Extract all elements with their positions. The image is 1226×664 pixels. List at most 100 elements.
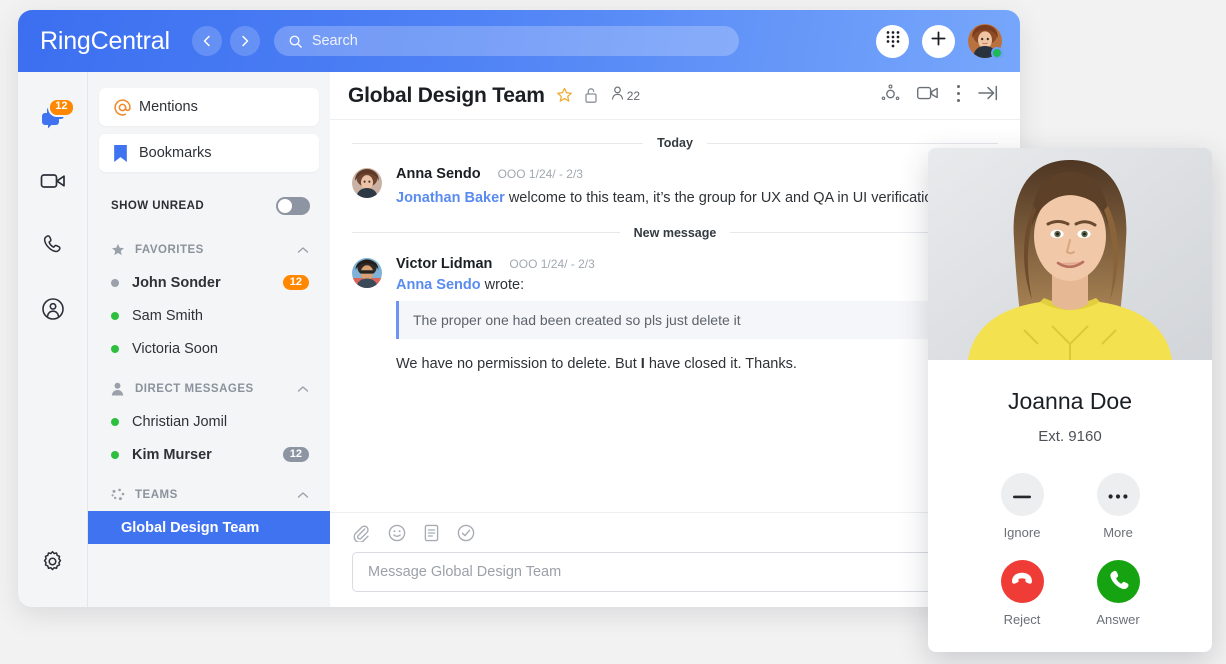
more-label: More: [1103, 525, 1133, 540]
message-item: Anna Sendo OOO 1/24/ - 2/3 Jonathan Bake…: [352, 164, 998, 210]
caller-info: Joanna Doe Ext. 9160: [928, 360, 1212, 445]
more-button[interactable]: More: [1070, 473, 1166, 540]
check-circle-icon[interactable]: [457, 524, 475, 542]
rail-item-video[interactable]: [30, 160, 76, 206]
conversation-header-actions: [881, 84, 998, 108]
nav-item-label: Mentions: [139, 99, 198, 115]
section-title: DIRECT MESSAGES: [135, 383, 254, 395]
chevron-up-icon: [297, 385, 309, 393]
person-icon: [111, 382, 135, 396]
nav-item-mentions[interactable]: Mentions: [99, 88, 319, 126]
conversation-panel: Global Design Team: [330, 72, 1020, 607]
conversation-item-victoria-soon[interactable]: Victoria Soon: [99, 332, 319, 365]
search-input[interactable]: Search: [274, 26, 739, 56]
section-header-favorites[interactable]: FAVORITES: [99, 234, 319, 266]
message-list: Today: [330, 120, 1020, 512]
members-count-button[interactable]: 22: [611, 86, 640, 105]
new-action-button[interactable]: [922, 25, 955, 58]
presence-indicator: [111, 418, 119, 426]
incoming-call-card: Joanna Doe Ext. 9160 Ignore More: [928, 148, 1212, 652]
section-header-direct-messages[interactable]: DIRECT MESSAGES: [99, 373, 319, 405]
teams-dots-icon: [111, 488, 135, 502]
app-window: RingCentral Search: [18, 10, 1020, 607]
message-text-pre: We have no permission to delete. But: [396, 356, 641, 372]
star-icon: [111, 243, 135, 257]
ignore-button[interactable]: Ignore: [974, 473, 1070, 540]
conversation-item-global-design-team[interactable]: Global Design Team: [88, 511, 330, 544]
conversation-item-john-sonder[interactable]: John Sonder 12: [99, 266, 319, 299]
conversation-name: John Sonder: [132, 275, 221, 291]
search-icon: [288, 34, 303, 49]
back-button[interactable]: [192, 26, 222, 56]
rail-item-phone[interactable]: [30, 224, 76, 270]
rail-item-contacts[interactable]: [30, 288, 76, 334]
app-body: 12: [18, 72, 1020, 607]
divider-label: Today: [643, 136, 707, 150]
quote-author-link[interactable]: Anna Sendo: [396, 277, 481, 293]
divider-line: [352, 143, 643, 144]
reject-button[interactable]: Reject: [974, 560, 1070, 627]
conversation-name: Sam Smith: [132, 308, 203, 324]
conversation-item-sam-smith[interactable]: Sam Smith: [99, 299, 319, 332]
smiley-icon[interactable]: [388, 524, 406, 542]
message-author: Anna Sendo: [396, 166, 481, 182]
share-call-icon[interactable]: [881, 84, 900, 108]
rail-item-message[interactable]: 12: [30, 96, 76, 142]
rail-item-settings[interactable]: [30, 541, 76, 587]
reject-label: Reject: [1004, 612, 1041, 627]
forward-button[interactable]: [230, 26, 260, 56]
chevron-right-icon: [238, 34, 252, 48]
section-title: TEAMS: [135, 489, 178, 501]
chevron-up-icon: [297, 246, 309, 254]
bookmark-icon: [113, 144, 139, 163]
collapse-right-icon[interactable]: [978, 84, 998, 107]
ignore-label: Ignore: [1004, 525, 1041, 540]
avatar: [352, 258, 382, 288]
lock-icon[interactable]: [584, 87, 598, 104]
message-input[interactable]: Message Global Design Team: [352, 552, 998, 592]
message-text: We have no permission to delete. But I h…: [396, 356, 998, 372]
message-composer: Message Global Design Team: [330, 512, 1020, 607]
caller-photo: [928, 148, 1212, 360]
nav-item-label: Bookmarks: [139, 145, 212, 161]
phone-down-icon: [1010, 572, 1034, 591]
date-divider-today: Today: [352, 136, 998, 150]
message-input-placeholder: Message Global Design Team: [368, 564, 561, 580]
plus-icon: [930, 30, 947, 52]
page-title: Global Design Team: [348, 84, 545, 108]
toggle-knob: [278, 199, 292, 213]
conversation-item-kim-murser[interactable]: Kim Murser 12: [99, 438, 319, 471]
answer-button[interactable]: Answer: [1070, 560, 1166, 627]
dialpad-button[interactable]: [876, 25, 909, 58]
user-avatar-button[interactable]: [968, 24, 1002, 58]
nav-item-bookmarks[interactable]: Bookmarks: [99, 134, 319, 172]
new-message-divider: New message: [352, 226, 998, 240]
show-unread-row: SHOW UNREAD: [99, 186, 319, 226]
message-meta: Anna Sendo OOO 1/24/ - 2/3: [396, 166, 998, 182]
message-text-post: have closed it. Thanks.: [645, 356, 797, 372]
unread-badge: 12: [283, 275, 309, 291]
gear-icon: [41, 550, 64, 578]
show-unread-label: SHOW UNREAD: [111, 200, 204, 212]
answer-label: Answer: [1096, 612, 1139, 627]
ellipsis-icon: [1108, 486, 1128, 504]
paperclip-icon[interactable]: [352, 524, 370, 542]
star-outline-icon[interactable]: [556, 87, 573, 104]
mention-link[interactable]: Jonathan Baker: [396, 190, 505, 206]
quoted-message: The proper one had been created so pls j…: [396, 301, 941, 339]
avatar: [352, 168, 382, 198]
section-header-teams[interactable]: TEAMS: [99, 479, 319, 511]
video-camera-icon: [40, 171, 66, 196]
conversation-item-christian-jomil[interactable]: Christian Jomil: [99, 405, 319, 438]
video-camera-icon[interactable]: [917, 85, 939, 106]
divider-line: [352, 232, 620, 233]
note-icon[interactable]: [424, 524, 439, 542]
more-vertical-icon[interactable]: [956, 84, 961, 108]
message-text-rest: welcome to this team, it’s the group for…: [505, 190, 989, 206]
conversation-name: Victoria Soon: [132, 341, 218, 357]
reject-icon-wrap: [1001, 560, 1044, 603]
presence-indicator: [111, 345, 119, 353]
message-body: Victor Lidman OOO 1/24/ - 2/3 Anna Sendo…: [396, 256, 998, 372]
show-unread-toggle[interactable]: [276, 197, 310, 215]
presence-indicator: [991, 47, 1003, 59]
